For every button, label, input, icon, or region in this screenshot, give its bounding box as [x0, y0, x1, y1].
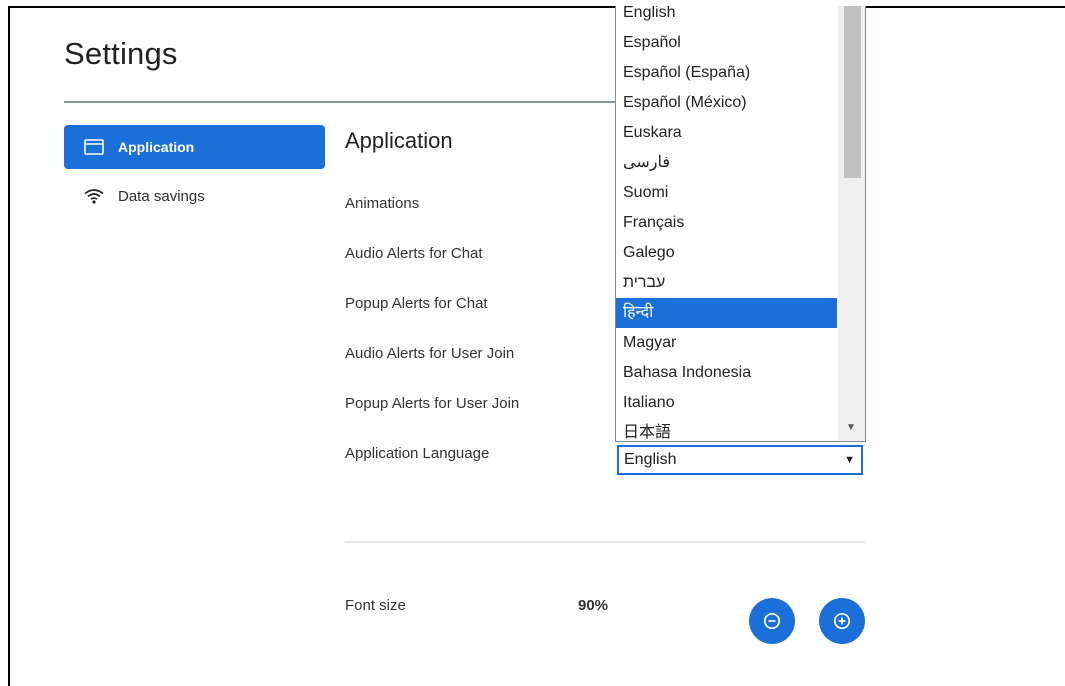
language-select[interactable]: English ▼ [617, 445, 863, 475]
setting-label-application-language: Application Language [345, 445, 490, 462]
language-option[interactable]: Español (México) [616, 88, 837, 118]
setting-label-audio-alerts-chat: Audio Alerts for Chat [345, 245, 483, 262]
sidebar-item-label: Data savings [118, 187, 205, 205]
sidebar-item-application[interactable]: Application [64, 125, 325, 169]
setting-label-audio-alerts-user-join: Audio Alerts for User Join [345, 345, 515, 362]
language-select-value: English [624, 451, 677, 468]
setting-label-animations: Animations [345, 195, 420, 212]
increase-font-button[interactable] [819, 598, 865, 644]
language-option[interactable]: Español [616, 28, 837, 58]
font-size-label: Font size [345, 597, 406, 614]
language-option[interactable]: Italiano [616, 388, 837, 418]
language-option[interactable]: 日本語 [616, 418, 837, 441]
sidebar-item-label: Application [118, 139, 195, 155]
language-option[interactable]: Galego [616, 238, 837, 268]
language-option-highlighted[interactable]: हिन्दी [616, 298, 837, 328]
language-option[interactable]: עברית [616, 268, 837, 298]
window-frame [8, 6, 1065, 686]
chevron-down-icon[interactable]: ▼ [844, 454, 855, 466]
language-option[interactable]: English [616, 6, 837, 28]
language-option[interactable]: Français [616, 208, 837, 238]
language-option[interactable]: Bahasa Indonesia [616, 358, 837, 388]
page-title: Settings [64, 36, 178, 71]
wifi-icon [84, 187, 106, 205]
language-option[interactable]: Español (España) [616, 58, 837, 88]
language-dropdown[interactable]: English Español Español (España) Español… [615, 6, 866, 442]
language-option[interactable]: Magyar [616, 328, 837, 358]
section-title: Application [345, 128, 453, 153]
scrollbar-thumb[interactable] [844, 6, 861, 178]
decrease-font-button[interactable] [749, 598, 795, 644]
setting-label-popup-alerts-chat: Popup Alerts for Chat [345, 295, 488, 312]
language-option[interactable]: Euskara [616, 118, 837, 148]
font-size-value: 90% [578, 597, 609, 614]
sidebar-item-data-savings[interactable]: Data savings [64, 182, 205, 210]
minus-circle-icon [763, 612, 781, 630]
language-option[interactable]: Suomi [616, 178, 837, 208]
window-icon [84, 138, 106, 156]
dropdown-scrollbar[interactable]: ▼ [838, 6, 865, 441]
scroll-down-arrow-icon[interactable]: ▼ [846, 422, 856, 433]
section-divider [345, 541, 865, 543]
plus-circle-icon [833, 612, 851, 630]
language-options-list: English Español Español (España) Español… [616, 6, 837, 441]
language-option[interactable]: فارسی [616, 148, 837, 178]
setting-label-popup-alerts-user-join: Popup Alerts for User Join [345, 395, 520, 412]
